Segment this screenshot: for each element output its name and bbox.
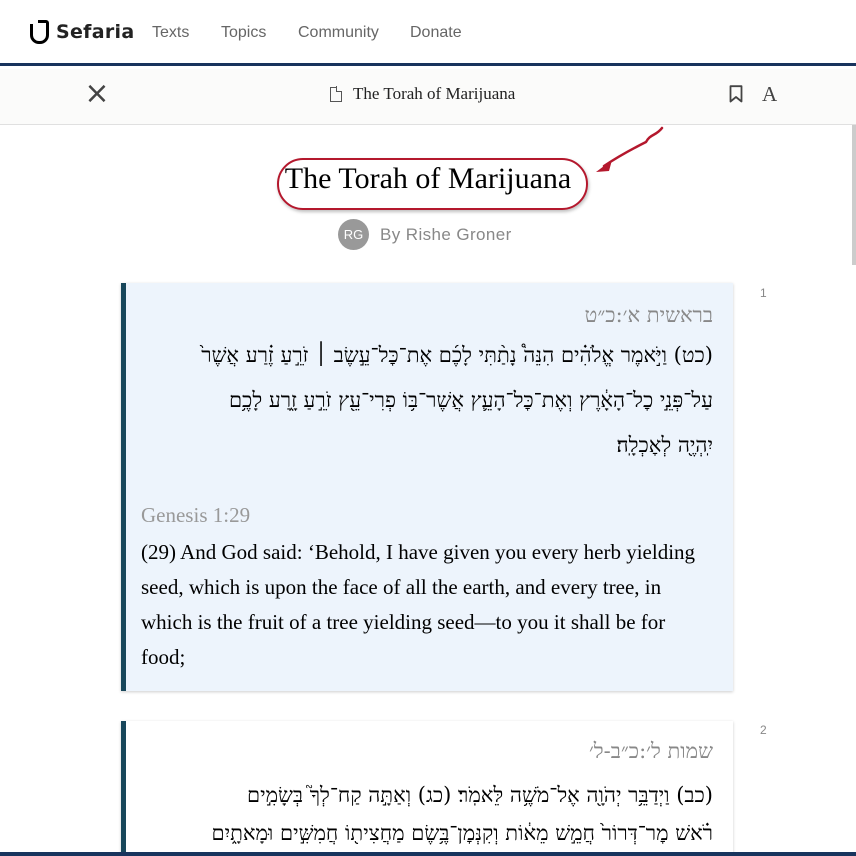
hebrew-reference[interactable]: שמות ל׳:כ״ב-ל׳ — [589, 739, 713, 764]
sheet-header-bar: × The Torah of Marijuana — [0, 69, 856, 125]
bookmark-icon[interactable] — [729, 85, 743, 103]
source-number: 2 — [760, 723, 767, 737]
sefaria-logo[interactable]: Sefaria — [30, 20, 134, 44]
sheet-header-title-text: The Torah of Marijuana — [353, 84, 516, 103]
sefaria-logo-icon — [30, 20, 49, 44]
hebrew-line: (כט) וַיֹּ֣אמֶר אֱלֹהִ֗ים הִנֵּה֩ נָתַ֨ת… — [201, 343, 713, 367]
close-icon[interactable]: × — [84, 79, 110, 109]
scrollbar[interactable] — [852, 125, 856, 265]
sheet-header-title: The Torah of Marijuana — [330, 84, 515, 104]
nav-link-texts[interactable]: Texts — [152, 24, 189, 42]
english-reference[interactable]: Genesis 1:29 — [141, 503, 250, 528]
annotation-circle — [277, 158, 588, 210]
hebrew-line: יִֽהְיֶ֖ה לְאׇכְלָֽה׃ — [616, 433, 713, 457]
top-nav: Sefaria Texts Topics Community Donate — [0, 0, 856, 66]
avatar[interactable]: RG — [338, 219, 369, 250]
hebrew-text: (כט) וַיֹּ֣אמֶר אֱלֹהִ֗ים הִנֵּה֩ נָתַ֨ת… — [138, 333, 713, 468]
hebrew-text: (כב) וַיְדַבֵּ֥ר יְהֹוָ֖ה אֶל־מֹשֶׁ֥ה לֵ… — [138, 776, 713, 852]
source-number: 1 — [760, 286, 767, 300]
nav-link-community[interactable]: Community — [298, 24, 379, 42]
source-card[interactable]: בראשית א׳:כ״ט (כט) וַיֹּ֣אמֶר אֱלֹהִ֗ים … — [121, 283, 733, 691]
source-card[interactable]: שמות ל׳:כ״ב-ל׳ (כב) וַיְדַבֵּ֥ר יְהֹוָ֖ה… — [121, 721, 733, 856]
hebrew-line: רֹ֗אשׁ מׇר־דְּרוֹר֙ חֲמֵ֣שׁ מֵא֔וֹת וְקִ… — [211, 821, 713, 845]
hebrew-line: עַל־פְּנֵ֣י כׇל־הָאָ֔רֶץ וְאֶת־כׇּל־הָעֵ… — [228, 388, 713, 412]
english-line: (29) And God said: ‘Behold, I have given… — [141, 540, 696, 564]
english-line: which is the fruit of a tree yielding se… — [141, 610, 666, 634]
english-line: food; — [141, 645, 186, 669]
font-size-button[interactable]: A — [762, 82, 777, 107]
hebrew-reference[interactable]: בראשית א׳:כ״ט — [585, 303, 713, 328]
author-line[interactable]: RG By Rishe Groner — [338, 219, 512, 250]
english-text: (29) And God said: ‘Behold, I have given… — [141, 535, 716, 675]
annotation-arrow-icon — [596, 126, 664, 172]
nav-link-donate[interactable]: Donate — [410, 24, 462, 42]
english-line: seed, which is upon the face of all the … — [141, 575, 662, 599]
logo-text: Sefaria — [56, 21, 135, 43]
author-name[interactable]: By Rishe Groner — [380, 225, 512, 245]
bottom-border — [0, 852, 856, 856]
nav-link-topics[interactable]: Topics — [221, 24, 266, 42]
document-icon — [330, 86, 343, 102]
hebrew-line: (כב) וַיְדַבֵּ֥ר יְהֹוָ֖ה אֶל־מֹשֶׁ֥ה לֵ… — [246, 783, 713, 807]
